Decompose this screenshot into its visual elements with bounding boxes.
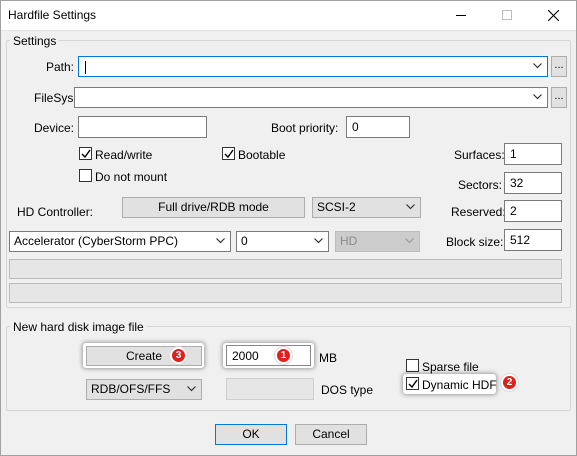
image-filesystem-combo[interactable]: RDB/OFS/FFS	[86, 379, 202, 400]
type-combo: HD	[335, 231, 420, 252]
reserved-label: Reserved:	[451, 205, 506, 219]
boot-priority-input[interactable]: 0	[346, 116, 410, 138]
controller-combo[interactable]: SCSI-2	[312, 197, 421, 218]
annotation-badge-1: 1	[275, 347, 292, 364]
dos-type-label: DOS type	[321, 383, 374, 397]
text-cursor	[85, 61, 86, 74]
sparse-file-label[interactable]: Sparse file	[422, 360, 479, 374]
dos-type-input	[226, 378, 314, 400]
minimize-icon	[456, 15, 466, 16]
controller-value: SCSI-2	[317, 200, 356, 214]
sectors-input[interactable]: 32	[504, 172, 562, 194]
new-image-group-title: New hard disk image file	[10, 320, 147, 334]
chevron-down-icon	[533, 63, 542, 69]
unit-value: 0	[241, 234, 248, 248]
info-bar-1	[9, 259, 562, 279]
image-filesystem-value: RDB/OFS/FFS	[91, 382, 171, 396]
filesys-combo[interactable]	[74, 87, 548, 108]
close-icon	[547, 9, 559, 21]
surfaces-input[interactable]: 1	[504, 143, 562, 165]
chevron-down-icon	[314, 238, 323, 244]
close-button[interactable]	[530, 0, 576, 30]
path-browse-button[interactable]: ...	[551, 56, 567, 77]
minimize-button[interactable]	[438, 0, 484, 30]
device-input[interactable]	[78, 116, 207, 138]
size-unit-label: MB	[319, 351, 337, 365]
chevron-down-icon	[406, 204, 415, 210]
accelerator-combo[interactable]: Accelerator (CyberStorm PPC)	[9, 231, 231, 252]
info-bar-2	[9, 283, 562, 303]
sparse-file-checkbox[interactable]	[406, 359, 419, 372]
dynamic-hdf-checkbox[interactable]	[406, 377, 419, 390]
size-input[interactable]: 2000	[226, 345, 311, 366]
accelerator-value: Accelerator (CyberStorm PPC)	[14, 234, 179, 248]
checkmark-icon	[81, 149, 91, 159]
dynamic-hdf-label[interactable]: Dynamic HDF	[422, 378, 497, 392]
chevron-down-icon	[533, 94, 542, 100]
block-size-input[interactable]: 512	[504, 229, 562, 251]
title-bar: Hardfile Settings	[0, 0, 577, 31]
chevron-down-icon	[405, 238, 414, 244]
read-write-label[interactable]: Read/write	[95, 148, 152, 162]
window-title: Hardfile Settings	[8, 8, 97, 22]
boot-priority-label: Boot priority:	[271, 121, 339, 135]
filesys-label: FileSys:	[34, 91, 77, 105]
path-combo[interactable]	[78, 56, 548, 77]
maximize-icon	[502, 10, 512, 20]
path-label: Path:	[46, 60, 75, 74]
checkmark-icon	[224, 149, 234, 159]
surfaces-label: Surfaces:	[454, 148, 505, 162]
chevron-down-icon	[216, 238, 225, 244]
do-not-mount-label[interactable]: Do not mount	[95, 170, 167, 184]
reserved-input[interactable]: 2	[504, 200, 562, 222]
annotation-badge-2: 2	[501, 374, 518, 391]
checkmark-icon	[408, 379, 418, 389]
ok-button[interactable]: OK	[215, 424, 287, 445]
bootable-label[interactable]: Bootable	[238, 148, 285, 162]
do-not-mount-checkbox[interactable]	[79, 169, 92, 182]
block-size-label: Block size:	[446, 235, 504, 249]
settings-group-title: Settings	[10, 34, 60, 48]
sectors-label: Sectors:	[458, 178, 503, 192]
unit-combo[interactable]: 0	[236, 231, 329, 252]
full-drive-rdb-button[interactable]: Full drive/RDB mode	[122, 197, 305, 218]
chevron-down-icon	[187, 386, 196, 392]
read-write-checkbox[interactable]	[79, 147, 92, 160]
filesys-browse-button[interactable]: ...	[551, 87, 567, 108]
hd-controller-label: HD Controller:	[17, 205, 94, 219]
maximize-button	[484, 0, 530, 30]
annotation-badge-3: 3	[170, 347, 187, 364]
type-value: HD	[340, 234, 358, 248]
device-label: Device:	[34, 121, 75, 135]
cancel-button[interactable]: Cancel	[295, 424, 367, 445]
bootable-checkbox[interactable]	[222, 147, 235, 160]
